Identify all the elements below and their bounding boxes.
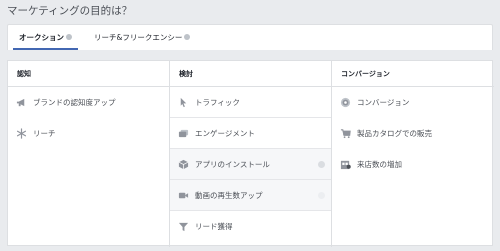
objective-app-installs[interactable]: アプリのインストール — [170, 149, 331, 180]
awareness-heading: 認知 — [8, 61, 169, 87]
objective-label: 来店数の増加 — [357, 160, 402, 169]
tab-reach-frequency-label: リーチ&フリークエンシー — [94, 33, 183, 42]
objective-label: 製品カタログでの販売 — [357, 129, 432, 138]
info-icon[interactable] — [318, 192, 325, 199]
cube-icon — [178, 159, 189, 170]
tab-auction[interactable]: オークション — [13, 25, 78, 51]
consideration-column: 検討 トラフィック エンゲージメント アプリのインストール 動画の再生数アップ — [170, 61, 332, 247]
megaphone-icon — [16, 97, 27, 108]
tab-auction-label: オークション — [19, 33, 64, 42]
consideration-heading: 検討 — [170, 61, 331, 87]
objective-traffic[interactable]: トラフィック — [170, 87, 331, 118]
objective-label: リード獲得 — [195, 222, 233, 231]
objective-brand-awareness[interactable]: ブランドの認知度アップ — [8, 87, 169, 118]
tab-reach-frequency[interactable]: リーチ&フリークエンシー — [94, 25, 191, 51]
awareness-column: 認知 ブランドの認知度アップ リーチ — [8, 61, 170, 247]
shopping-cart-icon — [340, 128, 351, 139]
objective-label: コンバージョン — [357, 98, 410, 107]
objective-label: ブランドの認知度アップ — [33, 98, 116, 107]
objective-video-views[interactable]: 動画の再生数アップ — [170, 180, 331, 211]
objective-conversions[interactable]: コンバージョン — [332, 87, 494, 118]
funnel-icon — [178, 221, 189, 232]
page-title: マーケティングの目的は？ — [7, 5, 133, 17]
buying-type-tabs: オークション リーチ&フリークエンシー — [7, 24, 493, 50]
objective-label: トラフィック — [195, 98, 240, 107]
snowflake-icon — [16, 128, 27, 139]
objective-label: リーチ — [33, 129, 56, 138]
store-icon — [340, 159, 351, 170]
conversion-heading: コンバージョン — [332, 61, 494, 87]
info-icon[interactable] — [318, 161, 325, 168]
objective-label: アプリのインストール — [195, 160, 270, 169]
conversion-column: コンバージョン コンバージョン 製品カタログでの販売 来店数の増加 — [332, 61, 494, 247]
objective-catalog-sales[interactable]: 製品カタログでの販売 — [332, 118, 494, 149]
video-camera-icon — [178, 190, 189, 201]
chat-bubbles-icon — [178, 128, 189, 139]
globe-icon — [340, 97, 351, 108]
objective-reach[interactable]: リーチ — [8, 118, 169, 149]
objective-engagement[interactable]: エンゲージメント — [170, 118, 331, 149]
info-icon[interactable] — [184, 34, 191, 40]
cursor-icon — [178, 97, 189, 108]
info-icon[interactable] — [66, 34, 72, 40]
objective-lead-generation[interactable]: リード獲得 — [170, 211, 331, 242]
objectives-panel: 認知 ブランドの認知度アップ リーチ 検討 トラフィック エンゲージメント アプ… — [7, 60, 494, 247]
objective-label: 動画の再生数アップ — [195, 191, 263, 200]
objective-store-visits[interactable]: 来店数の増加 — [332, 149, 494, 180]
objective-label: エンゲージメント — [195, 129, 255, 138]
